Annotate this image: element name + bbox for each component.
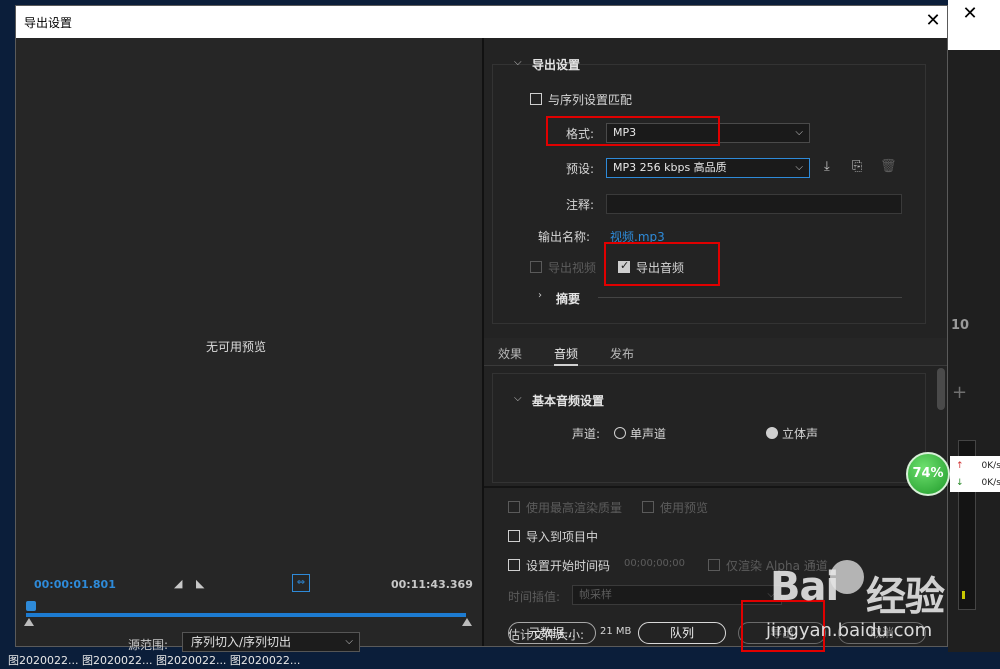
metadata-button[interactable]: 元数据... xyxy=(508,622,596,644)
render-alpha-checkbox[interactable] xyxy=(708,559,720,571)
match-sequence-checkbox[interactable] xyxy=(530,93,542,105)
basic-audio-header[interactable]: 基本音频设置 xyxy=(532,392,604,409)
tab-effects[interactable]: 效果 xyxy=(498,345,522,362)
set-start-timecode-checkbox[interactable] xyxy=(508,559,520,571)
source-range-select[interactable]: 序列切入/序列切出 ⌵ xyxy=(182,632,360,652)
settings-scrollbar[interactable] xyxy=(937,368,945,410)
import-into-project-label: 导入到项目中 xyxy=(526,530,599,544)
download-arrow-icon: ↓ xyxy=(956,478,964,488)
source-range-label: 源范围: xyxy=(128,638,169,652)
mark-in-icon[interactable]: ◢ xyxy=(174,577,182,590)
set-start-timecode-label: 设置开始时间码 xyxy=(526,559,611,573)
export-settings-header[interactable]: 导出设置 xyxy=(532,56,580,73)
dialog-close-icon[interactable]: ✕ xyxy=(922,10,944,32)
collapse-chevron-icon[interactable]: ⌵ xyxy=(514,57,522,68)
background-plus-icon[interactable]: + xyxy=(952,382,967,403)
watermark-brand-suffix: 经验 xyxy=(866,574,945,620)
paw-icon xyxy=(830,560,864,594)
taskbar-strip: 图2020022... 图2020022... 图2020022... 图202… xyxy=(0,652,1000,669)
in-point-handle[interactable] xyxy=(24,618,34,626)
expand-chevron-icon[interactable]: › xyxy=(538,290,542,301)
comments-input[interactable] xyxy=(606,194,902,214)
mono-radio[interactable] xyxy=(614,427,626,439)
mark-out-icon[interactable]: ◣ xyxy=(196,577,204,590)
no-preview-text: 无可用预览 xyxy=(206,340,267,354)
stereo-radio[interactable] xyxy=(766,427,778,439)
chevron-down-icon: ⌵ xyxy=(795,162,803,173)
basic-audio-settings-section xyxy=(492,373,926,483)
time-interpolation-label: 时间插值: xyxy=(508,590,561,604)
collapse-chevron-icon[interactable]: ⌵ xyxy=(514,393,522,404)
tab-audio[interactable]: 音频 xyxy=(554,345,579,366)
export-audio-label: 导出音频 xyxy=(636,261,685,275)
output-name-label: 输出名称: xyxy=(538,230,591,244)
export-audio-checkbox[interactable] xyxy=(618,259,630,273)
export-video-checkbox[interactable] xyxy=(530,261,542,273)
time-interpolation-select[interactable]: 帧采样 ⌵ xyxy=(572,585,782,605)
export-video-label: 导出视频 xyxy=(548,261,597,275)
dialog-titlebar: 导出设置 ✕ xyxy=(16,6,947,38)
start-timecode-value[interactable]: 00;00;00;00 xyxy=(624,558,685,569)
use-previews-label: 使用预览 xyxy=(660,501,709,515)
save-preset-icon[interactable]: ⤓ xyxy=(824,159,830,174)
timecode-start[interactable]: 00:00:01.801 xyxy=(34,578,116,591)
summary-header[interactable]: 摘要 xyxy=(556,290,580,307)
settings-panel: ⌵ 导出设置 与序列设置匹配 格式: MP3 ⌵ 预设: MP3 256 kbp… xyxy=(484,38,947,652)
export-settings-dialog: 导出设置 ✕ 无可用预览 00:00:01.801 ◢ ◣ ⇔ 00:11:43… xyxy=(15,5,948,652)
fit-to-frame-icon[interactable]: ⇔ xyxy=(292,574,310,592)
stereo-label: 立体声 xyxy=(782,427,819,441)
audio-settings-area: ⌵ 基本音频设置 声道: 单声道 立体声 xyxy=(484,367,947,485)
network-speed-widget: ↑ 0K/s ↓ 0K/s xyxy=(950,456,1000,492)
output-name-link[interactable]: 视频.mp3 xyxy=(610,228,665,245)
match-sequence-label: 与序列设置匹配 xyxy=(548,93,633,107)
max-render-quality-label: 使用最高渲染质量 xyxy=(526,501,623,515)
time-interpolation-value: 帧采样 xyxy=(579,588,612,601)
import-preset-icon[interactable]: ⎘ xyxy=(852,159,862,174)
queue-button[interactable]: 队列 xyxy=(638,622,726,644)
dialog-title: 导出设置 xyxy=(24,16,73,30)
chevron-down-icon: ⌵ xyxy=(345,636,353,647)
channels-label: 声道: xyxy=(572,427,601,441)
summary-divider xyxy=(598,297,902,298)
source-range-value: 序列切入/序列切出 xyxy=(191,635,292,649)
preset-select[interactable]: MP3 256 kbps 高品质 ⌵ xyxy=(606,158,810,178)
estimated-size-value: 21 MB xyxy=(600,626,632,637)
timecode-end: 00:11:43.369 xyxy=(391,578,473,591)
background-number: 10 xyxy=(951,318,970,333)
watermark-brand: Bai xyxy=(770,564,839,610)
timeline-bar[interactable] xyxy=(26,613,466,617)
playhead-handle[interactable] xyxy=(26,601,36,611)
progress-badge[interactable]: 74% xyxy=(906,452,950,496)
watermark-logo: Bai 经验 jingyan.baidu.com xyxy=(760,560,1000,652)
format-label: 格式: xyxy=(566,127,595,141)
preset-value: MP3 256 kbps 高品质 xyxy=(613,161,727,174)
preset-label: 预设: xyxy=(566,162,595,176)
import-into-project-checkbox[interactable] xyxy=(508,530,520,542)
download-speed: 0K/s xyxy=(981,478,1000,488)
format-value: MP3 xyxy=(613,126,637,139)
background-close-icon[interactable]: ✕ xyxy=(958,2,982,26)
comments-label: 注释: xyxy=(566,198,595,212)
tab-publish[interactable]: 发布 xyxy=(610,345,634,362)
max-render-quality-checkbox[interactable] xyxy=(508,501,520,513)
delete-preset-icon[interactable]: 🗑 xyxy=(880,159,897,174)
chevron-down-icon: ⌵ xyxy=(795,127,803,138)
settings-tabs: 效果 音频 发布 xyxy=(484,338,947,366)
upload-arrow-icon: ↑ xyxy=(956,461,964,471)
preview-panel: 无可用预览 00:00:01.801 ◢ ◣ ⇔ 00:11:43.369 源范… xyxy=(16,38,482,652)
out-point-handle[interactable] xyxy=(462,618,472,626)
mono-label: 单声道 xyxy=(630,427,667,441)
use-previews-checkbox[interactable] xyxy=(642,501,654,513)
format-select[interactable]: MP3 ⌵ xyxy=(606,123,810,143)
watermark-domain: jingyan.baidu.com xyxy=(766,620,933,641)
upload-speed: 0K/s xyxy=(981,461,1000,471)
